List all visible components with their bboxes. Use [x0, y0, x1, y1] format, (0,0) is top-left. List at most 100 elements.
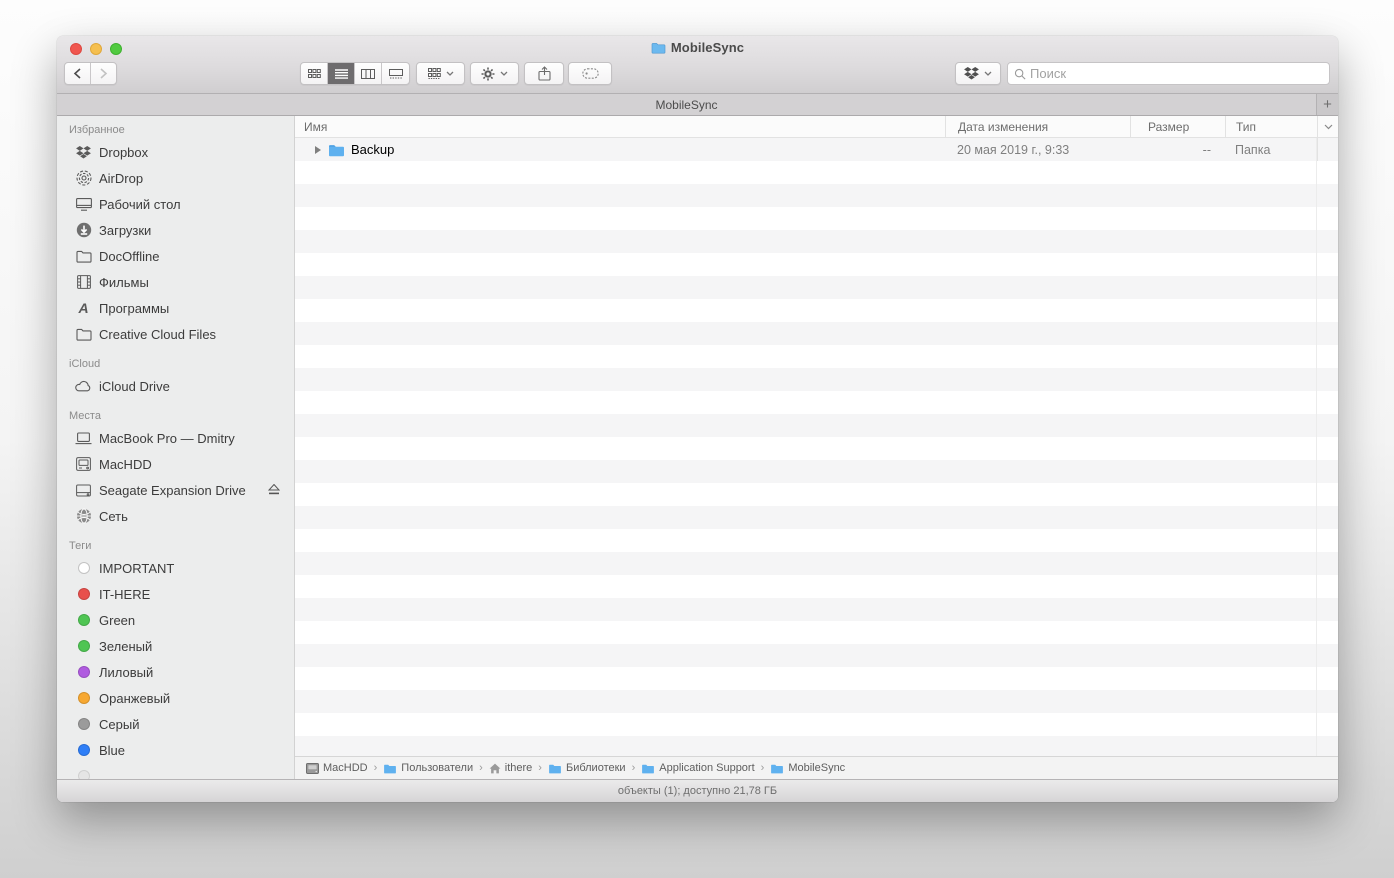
sidebar-tag-oranzhevy[interactable]: Оранжевый: [57, 685, 294, 711]
folder-blue-icon: [383, 763, 397, 774]
tag-icon: [582, 68, 599, 79]
path-item-users[interactable]: Пользователи: [383, 762, 473, 774]
sidebar-tag-partial[interactable]: [57, 763, 294, 779]
column-options-button[interactable]: [1317, 116, 1338, 137]
sidebar-tag-zeleny[interactable]: Зеленый: [57, 633, 294, 659]
column-header-name[interactable]: Имя: [295, 116, 945, 137]
path-label: Пользователи: [401, 762, 473, 774]
finder-window: MobileSync: [57, 36, 1338, 802]
tag-circle-icon: [78, 666, 90, 678]
back-icon: [73, 68, 82, 79]
sidebar-item-label: Dropbox: [99, 145, 148, 160]
sidebar-item-label: Creative Cloud Files: [99, 327, 216, 342]
file-type: Папка: [1225, 138, 1317, 161]
group-button[interactable]: [416, 62, 465, 85]
column-header-type[interactable]: Тип: [1225, 116, 1317, 137]
tag-label: Green: [99, 613, 135, 628]
tag-circle-icon: [78, 718, 90, 730]
sidebar-item-label: MacBook Pro — Dmitry: [99, 431, 235, 446]
external-drive-icon: [75, 482, 92, 499]
column-header-date-modified[interactable]: Дата изменения: [945, 116, 1130, 137]
sidebar-item-movies[interactable]: Фильмы: [57, 269, 294, 295]
path-item-application-support[interactable]: Application Support: [641, 762, 754, 774]
table-row-backup[interactable]: Backup 20 мая 2019 г., 9:33 -- Папка: [295, 138, 1338, 161]
sidebar-tag-green[interactable]: Green: [57, 607, 294, 633]
new-tab-button[interactable]: +: [1316, 94, 1338, 115]
chevron-down-icon: [1324, 124, 1333, 130]
sidebar-tag-lilovy[interactable]: Лиловый: [57, 659, 294, 685]
sidebar-section-favorites: Избранное: [57, 124, 294, 139]
sidebar-item-network[interactable]: Сеть: [57, 503, 294, 529]
sidebar-tag-blue[interactable]: Blue: [57, 737, 294, 763]
back-button[interactable]: [65, 63, 91, 84]
internal-drive-icon: [75, 456, 92, 473]
file-date-modified: 20 мая 2019 г., 9:33: [945, 138, 1130, 161]
column-header-size[interactable]: Размер: [1130, 116, 1225, 137]
forward-icon: [99, 68, 108, 79]
eject-icon[interactable]: [268, 484, 280, 495]
sidebar-item-docoffline[interactable]: DocOffline: [57, 243, 294, 269]
chevron-down-icon: [984, 71, 992, 76]
toolbar: [57, 60, 1338, 94]
window-title: MobileSync: [671, 40, 744, 55]
tag-label: Серый: [99, 717, 139, 732]
chevron-down-icon: [446, 71, 454, 76]
path-item-machdd[interactable]: MacHDD: [306, 762, 368, 774]
list-view-button[interactable]: [328, 63, 355, 84]
sidebar-item-creative-cloud-files[interactable]: Creative Cloud Files: [57, 321, 294, 347]
icon-view-button[interactable]: [301, 63, 328, 84]
column-view-icon: [361, 69, 375, 79]
folder-blue-icon: [770, 763, 784, 774]
share-icon: [538, 66, 551, 81]
path-separator: ›: [538, 762, 542, 774]
path-item-mobilesync[interactable]: MobileSync: [770, 762, 845, 774]
action-button[interactable]: [470, 62, 519, 85]
sidebar-item-label: iCloud Drive: [99, 379, 170, 394]
sidebar-item-desktop[interactable]: Рабочий стол: [57, 191, 294, 217]
sidebar-item-downloads[interactable]: Загрузки: [57, 217, 294, 243]
sidebar-item-label: DocOffline: [99, 249, 159, 264]
sidebar-tag-sery[interactable]: Серый: [57, 711, 294, 737]
sidebar-item-label: Сеть: [99, 509, 128, 524]
search-input[interactable]: [1030, 66, 1323, 81]
tag-circle-icon: [78, 614, 90, 626]
title-bar[interactable]: MobileSync: [57, 36, 1338, 60]
tab-mobilesync[interactable]: MobileSync: [57, 94, 1316, 115]
path-item-libraries[interactable]: Библиотеки: [548, 762, 626, 774]
sidebar-item-applications[interactable]: A Программы: [57, 295, 294, 321]
disclosure-triangle-icon[interactable]: [315, 146, 321, 154]
tag-label: Blue: [99, 743, 125, 758]
path-label: ithere: [505, 762, 533, 774]
tag-label: Зеленый: [99, 639, 152, 654]
forward-button[interactable]: [91, 63, 116, 84]
search-field[interactable]: [1007, 62, 1330, 85]
sidebar-item-airdrop[interactable]: AirDrop: [57, 165, 294, 191]
desktop-icon: [75, 196, 92, 213]
sidebar-section-icloud: iCloud: [57, 358, 294, 373]
tag-circle-icon: [78, 562, 90, 574]
sidebar-item-label: Seagate Expansion Drive: [99, 483, 246, 498]
path-label: MacHDD: [323, 762, 368, 774]
path-separator: ›: [374, 762, 378, 774]
path-separator: ›: [479, 762, 483, 774]
sidebar-item-dropbox[interactable]: Dropbox: [57, 139, 294, 165]
tags-button[interactable]: [568, 62, 612, 85]
sidebar-item-macbook[interactable]: MacBook Pro — Dmitry: [57, 425, 294, 451]
sidebar-item-seagate[interactable]: Seagate Expansion Drive: [57, 477, 294, 503]
sidebar-item-machdd[interactable]: MacHDD: [57, 451, 294, 477]
column-view-button[interactable]: [355, 63, 382, 84]
dropbox-toolbar-button[interactable]: [955, 62, 1001, 85]
sidebar-section-tags: Теги: [57, 540, 294, 555]
sidebar-item-icloud-drive[interactable]: iCloud Drive: [57, 373, 294, 399]
path-separator: ›: [761, 762, 765, 774]
sidebar-tag-it-here[interactable]: IT-HERE: [57, 581, 294, 607]
sidebar-item-label: Фильмы: [99, 275, 149, 290]
tag-label: IMPORTANT: [99, 561, 174, 576]
file-list[interactable]: Backup 20 мая 2019 г., 9:33 -- Папка: [295, 138, 1338, 756]
icon-view-icon: [308, 69, 321, 79]
sidebar-tag-important[interactable]: IMPORTANT: [57, 555, 294, 581]
path-item-ithere[interactable]: ithere: [489, 762, 533, 774]
list-header: Имя Дата изменения Размер Тип: [295, 116, 1338, 138]
gallery-view-button[interactable]: [382, 63, 409, 84]
share-button[interactable]: [524, 62, 564, 85]
